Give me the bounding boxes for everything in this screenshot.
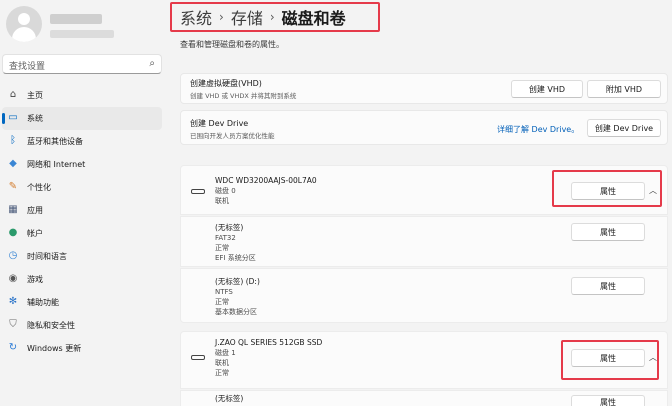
sidebar-item-label: 辅助功能 bbox=[27, 298, 59, 307]
disk-0-number: 磁盘 0 bbox=[215, 187, 236, 195]
volume-0-name: (无标签) bbox=[215, 223, 244, 232]
devdrive-card: 创建 Dev Drive 已围向开发人员方案优化性能 详细了解 Dev Driv… bbox=[180, 110, 668, 145]
sidebar-item-5[interactable]: ▦ 应用 bbox=[2, 199, 162, 222]
attach-vhd-button[interactable]: 附加 VHD bbox=[587, 80, 661, 98]
volume-0-type: EFI 系统分区 bbox=[215, 254, 256, 262]
volume-0-filesystem: FAT32 bbox=[215, 234, 236, 242]
breadcrumb-system[interactable]: 系统 bbox=[180, 5, 212, 29]
home-icon: ⌂ bbox=[9, 89, 17, 100]
sidebar-item-7[interactable]: ◷ 时间和语言 bbox=[2, 245, 162, 268]
volume-1-filesystem: NTFS bbox=[215, 288, 233, 296]
sidebar: 查找设置 ⌕ ⌂ 主页 ▭ 系统 ᛒ 蓝牙和其他设备 ◆ 网络和 Internet ✎ 个性化 ▦ 应… bbox=[0, 0, 168, 406]
disk-1-number: 磁盘 1 bbox=[215, 349, 236, 357]
sidebar-item-label: Windows 更新 bbox=[27, 344, 82, 353]
vhd-subtitle: 创建 VHD 或 VHDX 并将其附到系统 bbox=[190, 92, 297, 100]
highlight-box bbox=[561, 340, 659, 380]
devdrive-subtitle: 已围向开发人员方案优化性能 bbox=[190, 132, 275, 140]
sidebar-item-3[interactable]: ◆ 网络和 Internet bbox=[2, 153, 162, 176]
sidebar-item-0[interactable]: ⌂ 主页 bbox=[2, 84, 162, 107]
clock-icon: ◷ bbox=[8, 250, 18, 261]
page-description: 查看和管理磁盘和卷的属性。 bbox=[180, 40, 284, 49]
search-placeholder: 查找设置 bbox=[9, 62, 46, 72]
chevron-right-icon: › bbox=[269, 10, 275, 24]
avatar bbox=[6, 6, 42, 42]
sidebar-item-label: 应用 bbox=[27, 206, 43, 215]
create-vhd-button[interactable]: 创建 VHD bbox=[511, 80, 583, 98]
vhd-card: 创建虚拟硬盘(VHD) 创建 VHD 或 VHDX 并将其附到系统 创建 VHD… bbox=[180, 73, 668, 104]
volume-row: (无标签) 属性 bbox=[180, 390, 668, 406]
volume-row: (无标签) (D:) NTFS 正常 基本数据分区 属性 bbox=[180, 268, 668, 323]
disk-icon bbox=[191, 355, 205, 360]
sidebar-item-6[interactable]: ● 帐户 bbox=[2, 222, 162, 245]
volume-1-properties-button[interactable]: 属性 bbox=[571, 277, 645, 295]
volume-0-properties-button[interactable]: 属性 bbox=[571, 223, 645, 241]
volume-2-name: (无标签) bbox=[215, 394, 244, 403]
sidebar-item-label: 帐户 bbox=[27, 229, 43, 238]
update-icon: ↻ bbox=[8, 342, 18, 353]
shield-icon: ⛉ bbox=[9, 319, 17, 330]
sidebar-item-label: 蓝牙和其他设备 bbox=[27, 137, 83, 146]
nav-list: ⌂ 主页 ▭ 系统 ᛒ 蓝牙和其他设备 ◆ 网络和 Internet ✎ 个性化 ▦ 应用 ● 帐户 ◷ 时间… bbox=[2, 84, 162, 360]
bluetooth-icon: ᛒ bbox=[10, 135, 16, 146]
sidebar-item-label: 个性化 bbox=[27, 183, 51, 192]
main-content: 系统 › 存储 › 磁盘和卷 查看和管理磁盘和卷的属性。 创建虚拟硬盘(VHD)… bbox=[168, 0, 672, 406]
search-input[interactable]: 查找设置 ⌕ bbox=[2, 54, 162, 74]
apps-icon: ▦ bbox=[8, 204, 18, 215]
account-icon: ● bbox=[8, 227, 18, 238]
sidebar-item-label: 系统 bbox=[27, 114, 43, 123]
sidebar-item-9[interactable]: ✻ 辅助功能 bbox=[2, 291, 162, 314]
accessibility-icon: ✻ bbox=[8, 296, 18, 307]
volume-2-properties-button[interactable]: 属性 bbox=[571, 395, 645, 406]
volume-0-health: 正常 bbox=[215, 244, 229, 252]
disk-0-status: 联机 bbox=[215, 197, 229, 205]
sidebar-item-1[interactable]: ▭ 系统 bbox=[2, 107, 162, 130]
devdrive-title: 创建 Dev Drive bbox=[190, 119, 249, 128]
highlight-box bbox=[552, 170, 662, 207]
brush-icon: ✎ bbox=[8, 181, 18, 192]
sidebar-item-4[interactable]: ✎ 个性化 bbox=[2, 176, 162, 199]
sidebar-item-10[interactable]: ⛉ 隐私和安全性 bbox=[2, 314, 162, 337]
sidebar-item-label: 网络和 Internet bbox=[27, 160, 86, 169]
volume-1-name: (无标签) (D:) bbox=[215, 277, 260, 286]
volume-1-type: 基本数据分区 bbox=[215, 308, 257, 316]
chevron-right-icon: › bbox=[219, 10, 224, 24]
volume-row: (无标签) FAT32 正常 EFI 系统分区 属性 bbox=[180, 216, 668, 267]
create-devdrive-button[interactable]: 创建 Dev Drive bbox=[587, 119, 661, 137]
wifi-icon: ◆ bbox=[9, 158, 17, 169]
disk-1-status: 联机 bbox=[215, 359, 229, 367]
user-name-redacted bbox=[50, 14, 102, 24]
page-title: 磁盘和卷 bbox=[281, 9, 346, 28]
devdrive-learn-more-link[interactable]: 详细了解 Dev Drive。 bbox=[497, 124, 579, 135]
user-email-redacted bbox=[50, 30, 114, 38]
system-icon: ▭ bbox=[8, 112, 18, 123]
sidebar-item-8[interactable]: ◉ 游戏 bbox=[2, 268, 162, 291]
sidebar-item-label: 主页 bbox=[27, 91, 43, 100]
sidebar-item-11[interactable]: ↻ Windows 更新 bbox=[2, 337, 162, 360]
vhd-title: 创建虚拟硬盘(VHD) bbox=[190, 79, 262, 88]
sidebar-item-label: 隐私和安全性 bbox=[27, 321, 75, 330]
disk-icon bbox=[191, 189, 205, 194]
volume-1-health: 正常 bbox=[215, 298, 229, 306]
disk-1-health: 正常 bbox=[215, 369, 229, 377]
user-profile[interactable] bbox=[6, 6, 162, 46]
breadcrumb-storage[interactable]: 存储 bbox=[231, 5, 263, 29]
sidebar-item-label: 游戏 bbox=[27, 275, 43, 284]
disk-0-name: WDC WD3200AAJS-00L7A0 bbox=[215, 176, 317, 185]
game-icon: ◉ bbox=[8, 273, 18, 284]
breadcrumb: 系统 › 存储 › 磁盘和卷 bbox=[170, 2, 380, 32]
sidebar-item-2[interactable]: ᛒ 蓝牙和其他设备 bbox=[2, 130, 162, 153]
search-icon: ⌕ bbox=[149, 58, 155, 69]
sidebar-item-label: 时间和语言 bbox=[27, 252, 67, 261]
disk-1-name: J.ZAO QL SERIES 512GB SSD bbox=[215, 338, 323, 347]
